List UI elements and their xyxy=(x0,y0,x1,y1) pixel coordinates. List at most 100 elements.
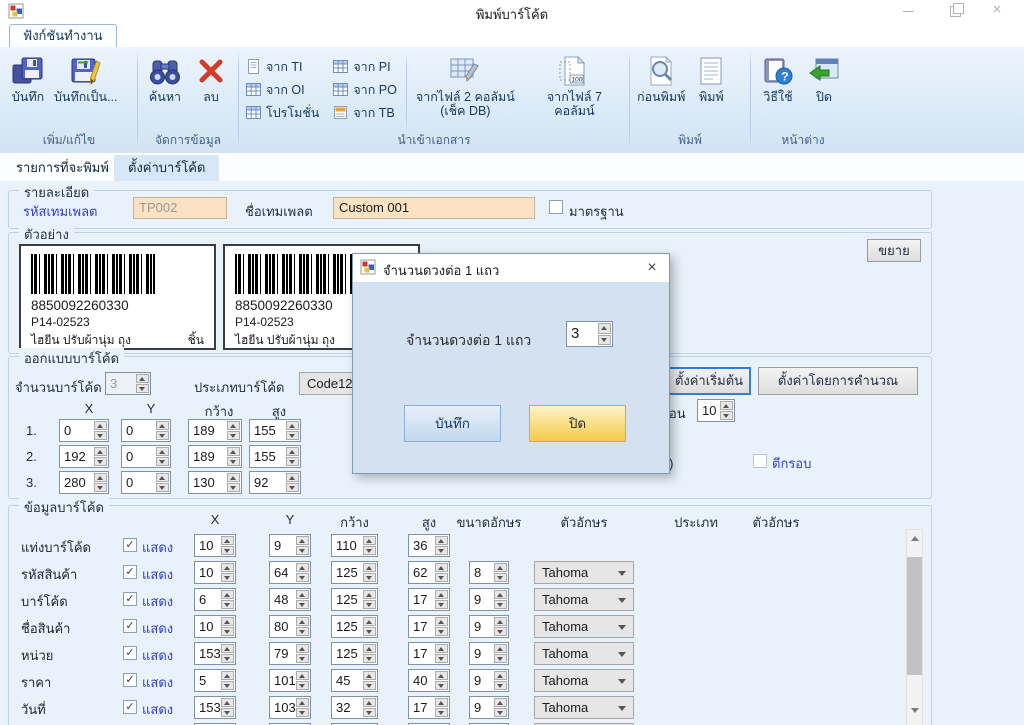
spin-down[interactable] xyxy=(598,335,611,346)
w-spinner[interactable]: 45 xyxy=(331,669,378,692)
frame-checkbox[interactable] xyxy=(753,454,767,468)
spin-down[interactable] xyxy=(136,384,149,393)
template-code-field[interactable]: TP002 xyxy=(133,197,227,219)
w-spinner[interactable]: 32 xyxy=(331,696,378,719)
from-oi-button[interactable]: จาก OI xyxy=(243,80,322,99)
dialog-save-button[interactable]: บันทึก xyxy=(404,405,501,442)
from-po-button[interactable]: จาก PO xyxy=(330,80,399,99)
font-dropdown[interactable]: Tahoma xyxy=(534,669,634,692)
restore-button[interactable] xyxy=(938,0,972,22)
font-size-spinner[interactable]: 8 xyxy=(469,561,509,584)
font-size-spinner[interactable]: 9 xyxy=(469,669,509,692)
w-spinner[interactable]: 125 xyxy=(331,588,378,611)
x-spinner[interactable]: 6 xyxy=(194,588,236,611)
barcode-count-spinner[interactable]: 3 xyxy=(105,372,151,395)
h-spinner[interactable]: 17 xyxy=(408,642,450,665)
show-checkbox[interactable]: ✓ xyxy=(123,700,137,714)
design-h-spinner[interactable]: 155 xyxy=(249,445,301,468)
dialog-close-button[interactable]: × xyxy=(639,256,665,280)
stamps-per-row-spinner[interactable]: 3 xyxy=(566,321,613,347)
design-w-spinner[interactable]: 189 xyxy=(188,419,242,442)
font-size-spinner[interactable]: 9 xyxy=(469,615,509,638)
design-x-spinner[interactable]: 280 xyxy=(59,471,109,494)
delete-button[interactable]: ลบ xyxy=(188,50,234,104)
y-spinner[interactable]: 9 xyxy=(269,534,311,557)
design-x-spinner[interactable]: 0 xyxy=(59,419,109,442)
font-size-spinner[interactable]: 9 xyxy=(469,696,509,719)
show-checkbox[interactable]: ✓ xyxy=(123,619,137,633)
design-h-spinner[interactable]: 92 xyxy=(249,471,301,494)
h-spinner[interactable]: 40 xyxy=(408,669,450,692)
x-spinner[interactable]: 153 xyxy=(194,642,236,665)
design-y-spinner[interactable]: 0 xyxy=(121,419,171,442)
scroll-down-icon[interactable] xyxy=(907,702,922,718)
x-spinner[interactable]: 10 xyxy=(194,534,236,557)
set-default-button[interactable]: ตั้งค่าเริ่มต้น xyxy=(667,367,751,395)
y-spinner[interactable]: 103 xyxy=(269,696,311,719)
set-by-calculation-button[interactable]: ตั้งค่าโดยการคำนวณ xyxy=(758,367,918,395)
ribbon-tab-functions[interactable]: ฟังก์ชันทำงาน xyxy=(9,24,117,47)
font-dropdown[interactable]: Tahoma xyxy=(534,588,634,611)
w-spinner[interactable]: 125 xyxy=(331,615,378,638)
h-spinner[interactable]: 17 xyxy=(408,588,450,611)
w-spinner[interactable]: 110 xyxy=(331,534,378,557)
design-w-spinner[interactable]: 189 xyxy=(188,445,242,468)
save-as-button[interactable]: บันทึกเป็น... xyxy=(51,50,120,104)
h-spinner[interactable]: 36 xyxy=(408,534,450,557)
h-spinner[interactable]: 17 xyxy=(408,696,450,719)
from-ti-button[interactable]: จาก TI xyxy=(243,57,322,76)
standard-checkbox[interactable] xyxy=(549,200,563,214)
design-h-spinner[interactable]: 155 xyxy=(249,419,301,442)
x-spinner[interactable]: 10 xyxy=(194,561,236,584)
w-spinner[interactable]: 125 xyxy=(331,642,378,665)
show-checkbox[interactable]: ✓ xyxy=(123,592,137,606)
dialog-close-action-button[interactable]: ปิด xyxy=(529,405,626,442)
spin-up[interactable] xyxy=(598,323,611,334)
promotion-button[interactable]: โปรโมชั่น xyxy=(243,103,322,122)
show-checkbox[interactable]: ✓ xyxy=(123,565,137,579)
table-scrollbar[interactable] xyxy=(906,529,923,725)
font-size-spinner[interactable]: 9 xyxy=(469,588,509,611)
tab-print-list[interactable]: รายการที่จะพิมพ์ xyxy=(2,155,123,181)
design-w-spinner[interactable]: 130 xyxy=(188,471,242,494)
design-x-spinner[interactable]: 192 xyxy=(59,445,109,468)
design-y-spinner[interactable]: 0 xyxy=(121,445,171,468)
font-dropdown[interactable]: Tahoma xyxy=(534,696,634,719)
show-checkbox[interactable]: ✓ xyxy=(123,673,137,687)
design-y-spinner[interactable]: 0 xyxy=(121,471,171,494)
x-spinner[interactable]: 153 xyxy=(194,696,236,719)
spin-up[interactable] xyxy=(136,374,149,383)
y-spinner[interactable]: 64 xyxy=(269,561,311,584)
font-dropdown[interactable]: Tahoma xyxy=(534,615,634,638)
help-button[interactable]: ? วิธีใช้ xyxy=(755,50,801,104)
font-size-spinner[interactable]: 9 xyxy=(469,642,509,665)
x-spinner[interactable]: 10 xyxy=(194,615,236,638)
close-window-button[interactable]: ปิด xyxy=(801,50,847,104)
print-button[interactable]: พิมพ์ xyxy=(688,50,734,104)
scrollbar-thumb[interactable] xyxy=(907,557,922,675)
h-spinner[interactable]: 17 xyxy=(408,615,450,638)
close-button[interactable]: × xyxy=(980,0,1014,22)
from-file-2-columns-button[interactable]: จากไฟล์ 2 คอลัมน์ (เช็ค DB) xyxy=(413,50,518,119)
y-spinner[interactable]: 79 xyxy=(269,642,311,665)
horizontal-count-spinner[interactable]: 10 xyxy=(697,399,735,422)
template-name-field[interactable]: Custom 001 xyxy=(333,197,535,219)
x-spinner[interactable]: 5 xyxy=(194,669,236,692)
tab-barcode-settings[interactable]: ตั้งค่าบาร์โค้ด xyxy=(114,155,219,181)
scroll-up-icon[interactable] xyxy=(907,530,922,546)
from-file-7-columns-button[interactable]: 100 จากไฟล์ 7 คอลัมน์ xyxy=(524,50,625,119)
h-spinner[interactable]: 62 xyxy=(408,561,450,584)
font-dropdown[interactable]: Tahoma xyxy=(534,642,634,665)
w-spinner[interactable]: 125 xyxy=(331,561,378,584)
search-button[interactable]: ค้นหา xyxy=(142,50,188,104)
font-dropdown[interactable]: Tahoma xyxy=(534,561,634,584)
show-checkbox[interactable]: ✓ xyxy=(123,646,137,660)
from-pi-button[interactable]: จาก PI xyxy=(330,57,399,76)
y-spinner[interactable]: 48 xyxy=(269,588,311,611)
show-checkbox[interactable]: ✓ xyxy=(123,538,137,552)
y-spinner[interactable]: 80 xyxy=(269,615,311,638)
save-button[interactable]: บันทึก xyxy=(5,50,51,104)
y-spinner[interactable]: 101 xyxy=(269,669,311,692)
from-tb-button[interactable]: จาก TB xyxy=(330,103,399,122)
print-preview-button[interactable]: ก่อนพิมพ์ xyxy=(634,50,688,104)
